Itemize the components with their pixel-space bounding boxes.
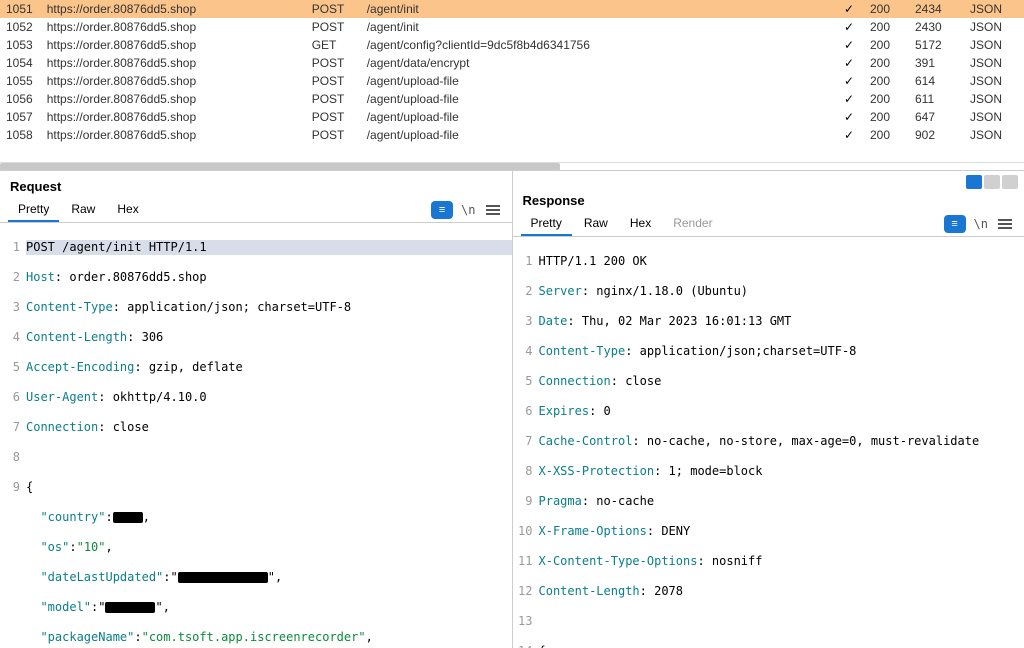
request-editor[interactable]: 1POST /agent/init HTTP/1.1 2Host: order.… <box>0 223 512 648</box>
horizontal-scrollbar[interactable] <box>0 162 1024 170</box>
history-row[interactable]: 1053https://order.80876dd5.shopGET/agent… <box>0 36 1024 54</box>
tab-render[interactable]: Render <box>663 212 722 236</box>
layout-columns-icon[interactable] <box>966 175 982 189</box>
tab-raw[interactable]: Raw <box>574 212 618 236</box>
history-row[interactable]: 1055https://order.80876dd5.shopPOST/agen… <box>0 72 1024 90</box>
history-row[interactable]: 1051https://order.80876dd5.shopPOST/agen… <box>0 0 1024 18</box>
tab-raw[interactable]: Raw <box>61 198 105 222</box>
layout-rows-icon[interactable] <box>984 175 1000 189</box>
history-row[interactable]: 1052https://order.80876dd5.shopPOST/agen… <box>0 18 1024 36</box>
menu-icon[interactable] <box>482 205 504 215</box>
layout-single-icon[interactable] <box>1002 175 1018 189</box>
history-row[interactable]: 1057https://order.80876dd5.shopPOST/agen… <box>0 108 1024 126</box>
menu-icon[interactable] <box>994 219 1016 229</box>
tab-hex[interactable]: Hex <box>107 198 148 222</box>
response-title: Response <box>523 193 1015 208</box>
layout-toggle[interactable] <box>513 171 1024 193</box>
history-row[interactable]: 1058https://order.80876dd5.shopPOST/agen… <box>0 126 1024 144</box>
wrap-icon[interactable]: ≡ <box>431 201 453 219</box>
proxy-history-table[interactable]: 1051https://order.80876dd5.shopPOST/agen… <box>0 0 1024 162</box>
newline-icon[interactable]: \n <box>970 217 992 231</box>
tab-pretty[interactable]: Pretty <box>521 212 572 236</box>
tab-hex[interactable]: Hex <box>620 212 661 236</box>
request-panel: Request Pretty Raw Hex ≡ \n 1POST /agent… <box>0 171 512 648</box>
tab-pretty[interactable]: Pretty <box>8 198 59 222</box>
wrap-icon[interactable]: ≡ <box>944 215 966 233</box>
response-panel: Response Pretty Raw Hex Render ≡ \n 1HTT… <box>512 171 1024 648</box>
response-editor[interactable]: 1HTTP/1.1 200 OK 2Server: nginx/1.18.0 (… <box>513 237 1024 648</box>
newline-icon[interactable]: \n <box>457 203 479 217</box>
history-row[interactable]: 1054https://order.80876dd5.shopPOST/agen… <box>0 54 1024 72</box>
history-row[interactable]: 1056https://order.80876dd5.shopPOST/agen… <box>0 90 1024 108</box>
request-title: Request <box>10 179 502 194</box>
